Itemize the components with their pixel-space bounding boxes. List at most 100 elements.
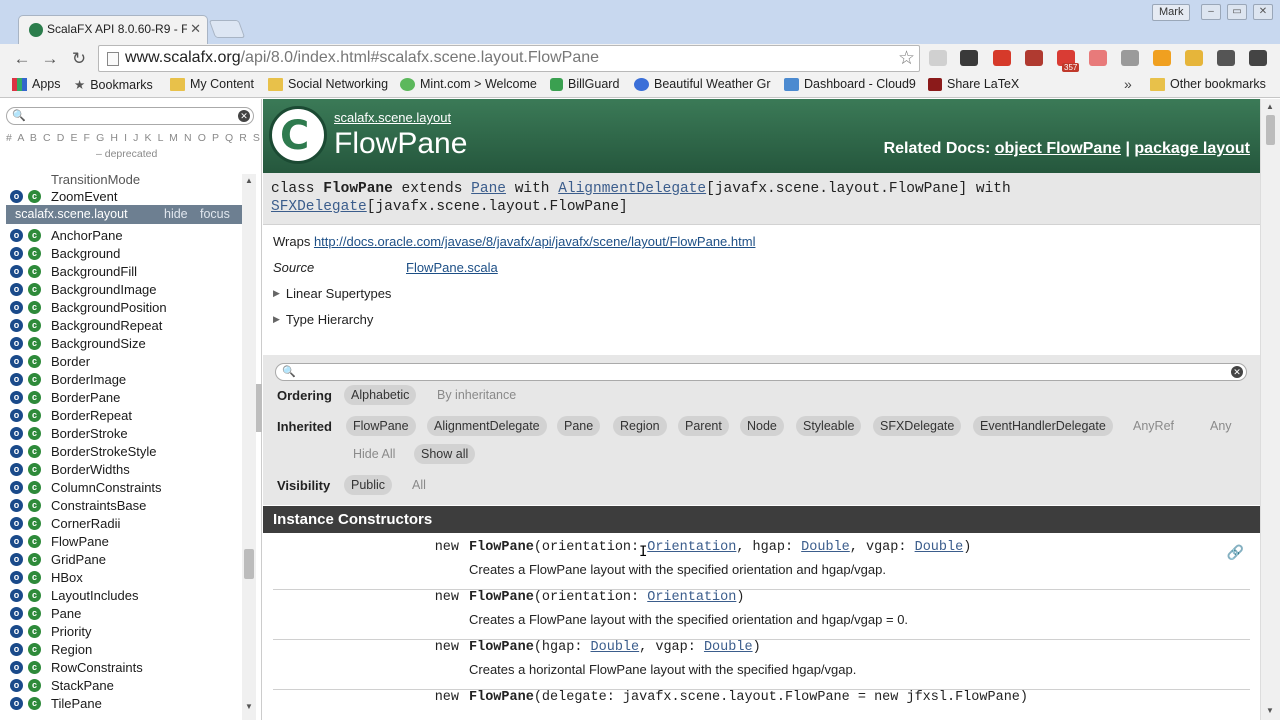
constructor-row[interactable]: new FlowPane(orientation: Orientation, hg… — [273, 540, 1250, 590]
index-scroll-thumb[interactable] — [244, 549, 254, 579]
chat-extension-icon[interactable] — [993, 50, 1011, 66]
object-icon[interactable]: o — [10, 552, 23, 566]
class-icon[interactable]: c — [28, 264, 41, 278]
object-icon[interactable]: o — [10, 408, 23, 422]
object-icon[interactable]: o — [10, 660, 23, 674]
bookmark-my-content[interactable]: My Content — [170, 77, 254, 91]
index-item[interactable]: o c ColumnConstraints — [0, 478, 242, 496]
trait-link[interactable]: AlignmentDelegate — [558, 181, 706, 197]
class-icon[interactable]: c — [28, 444, 41, 458]
index-item-label[interactable]: Priority — [51, 624, 91, 639]
class-icon[interactable]: c — [28, 588, 41, 602]
index-item-label[interactable]: Region — [51, 642, 92, 657]
object-icon[interactable]: o — [10, 588, 23, 602]
constructor-params[interactable]: (orientation: Orientation) — [534, 590, 745, 605]
tab-close-icon[interactable]: ✕ — [190, 21, 201, 37]
bookmark-mint[interactable]: Mint.com > Welcome — [400, 77, 537, 91]
object-icon[interactable]: o — [10, 678, 23, 692]
index-item[interactable]: o c StackPane — [0, 676, 242, 694]
ordering-by-inheritance[interactable]: By inheritance — [430, 385, 523, 405]
inherited-parent[interactable]: Parent — [678, 416, 729, 436]
index-item[interactable]: o c Pane — [0, 604, 242, 622]
class-icon[interactable]: c — [28, 498, 41, 512]
object-icon[interactable]: o — [10, 390, 23, 404]
minimize-button[interactable]: – — [1201, 4, 1221, 20]
object-icon[interactable]: o — [10, 642, 23, 656]
book-extension-icon[interactable] — [1025, 50, 1043, 66]
index-item-label[interactable]: BorderPane — [51, 390, 120, 405]
index-item-label[interactable]: RowConstraints — [51, 660, 143, 675]
index-item-label[interactable]: BorderWidths — [51, 462, 130, 477]
clear-search-icon[interactable]: ✕ — [1231, 366, 1243, 378]
object-icon[interactable]: o — [10, 189, 23, 203]
object-icon[interactable]: o — [10, 516, 23, 530]
index-item[interactable]: o c BackgroundRepeat — [0, 316, 242, 334]
class-icon[interactable]: c — [28, 189, 41, 203]
index-item-label[interactable]: FlowPane — [51, 534, 109, 549]
profile-button[interactable]: Mark — [1152, 4, 1191, 21]
object-icon[interactable]: o — [10, 534, 23, 548]
package-focus-link[interactable]: focus — [200, 207, 230, 221]
visibility-all[interactable]: All — [405, 475, 433, 495]
index-item[interactable]: o c BorderPane — [0, 388, 242, 406]
index-item[interactable]: TransitionMode — [0, 174, 242, 188]
index-item[interactable]: o c BackgroundImage — [0, 280, 242, 298]
parent-link[interactable]: Pane — [471, 181, 506, 197]
source-link[interactable]: FlowPane.scala — [406, 260, 498, 275]
object-icon[interactable]: o — [10, 354, 23, 368]
type-hierarchy-toggle[interactable]: ▶ Type Hierarchy — [273, 312, 373, 327]
address-bar[interactable]: www.scalafx.org/api/8.0/index.html#scala… — [98, 45, 920, 72]
bookmark-other[interactable]: Other bookmarks — [1150, 77, 1266, 91]
index-item[interactable]: o c FlowPane — [0, 532, 242, 550]
index-scrollbar[interactable]: ▲ ▼ — [242, 174, 256, 720]
index-item-label[interactable]: BackgroundFill — [51, 264, 137, 279]
index-item[interactable]: o c BackgroundSize — [0, 334, 242, 352]
index-item[interactable]: o c Background — [0, 244, 242, 262]
object-icon[interactable]: o — [10, 426, 23, 440]
package-hide-link[interactable]: hide — [164, 207, 188, 221]
ordering-alphabetic[interactable]: Alphabetic — [344, 385, 417, 405]
index-item-label[interactable]: BorderStroke — [51, 426, 128, 441]
index-item-label[interactable]: TilePane — [51, 696, 102, 711]
show-all-button[interactable]: Show all — [414, 444, 476, 464]
index-item-label[interactable]: StackPane — [51, 678, 114, 693]
index-item[interactable]: o c BorderStrokeStyle — [0, 442, 242, 460]
index-item[interactable]: o c BackgroundPosition — [0, 298, 242, 316]
class-icon[interactable]: c — [28, 552, 41, 566]
page-scroll-thumb[interactable] — [1266, 115, 1275, 145]
bookmark-billguard[interactable]: BillGuard — [550, 77, 619, 91]
object-icon[interactable]: o — [10, 570, 23, 584]
visibility-public[interactable]: Public — [344, 475, 393, 495]
object-icon[interactable]: o — [10, 462, 23, 476]
bookmark-apps[interactable]: Apps — [12, 77, 61, 91]
class-icon[interactable]: c — [28, 462, 41, 476]
class-icon[interactable]: c — [28, 696, 41, 710]
trait-link[interactable]: SFXDelegate — [271, 199, 367, 215]
forward-icon[interactable]: → — [39, 48, 61, 70]
index-item-label[interactable]: BackgroundSize — [51, 336, 146, 351]
reload-icon[interactable]: ↻ — [68, 48, 90, 70]
index-item[interactable]: o c GridPane — [0, 550, 242, 568]
back-icon[interactable]: ← — [11, 48, 33, 70]
cast-extension-icon[interactable] — [1121, 50, 1139, 66]
hide-all-button[interactable]: Hide All — [346, 444, 402, 464]
object-icon[interactable]: o — [10, 696, 23, 710]
index-item[interactable]: o c BorderImage — [0, 370, 242, 388]
class-icon[interactable]: c — [28, 390, 41, 404]
index-item[interactable]: o c RowConstraints — [0, 658, 242, 676]
inherited-region[interactable]: Region — [613, 416, 667, 436]
index-item-label[interactable]: GridPane — [51, 552, 106, 567]
constructor-row[interactable]: new FlowPane(hgap: Double, vgap: Double) C… — [273, 640, 1250, 690]
k-extension-icon[interactable] — [1089, 50, 1107, 66]
menu-hamburger-icon[interactable] — [1249, 50, 1267, 66]
settings-gear-icon[interactable] — [1217, 50, 1235, 66]
bookmark-cloud9[interactable]: Dashboard - Cloud9 — [784, 77, 916, 91]
class-icon[interactable]: c — [28, 228, 41, 242]
index-item-label[interactable]: Border — [51, 354, 90, 369]
constructor-row[interactable]: new FlowPane(orientation: Orientation) Cre… — [273, 590, 1250, 640]
close-window-button[interactable]: ✕ — [1253, 4, 1273, 20]
amazon-extension-icon[interactable] — [1153, 50, 1171, 66]
inherited-eventhandlerdelegate[interactable]: EventHandlerDelegate — [973, 416, 1113, 436]
class-icon[interactable]: c — [28, 660, 41, 674]
member-search-input[interactable]: 🔍 ✕ — [275, 363, 1247, 381]
